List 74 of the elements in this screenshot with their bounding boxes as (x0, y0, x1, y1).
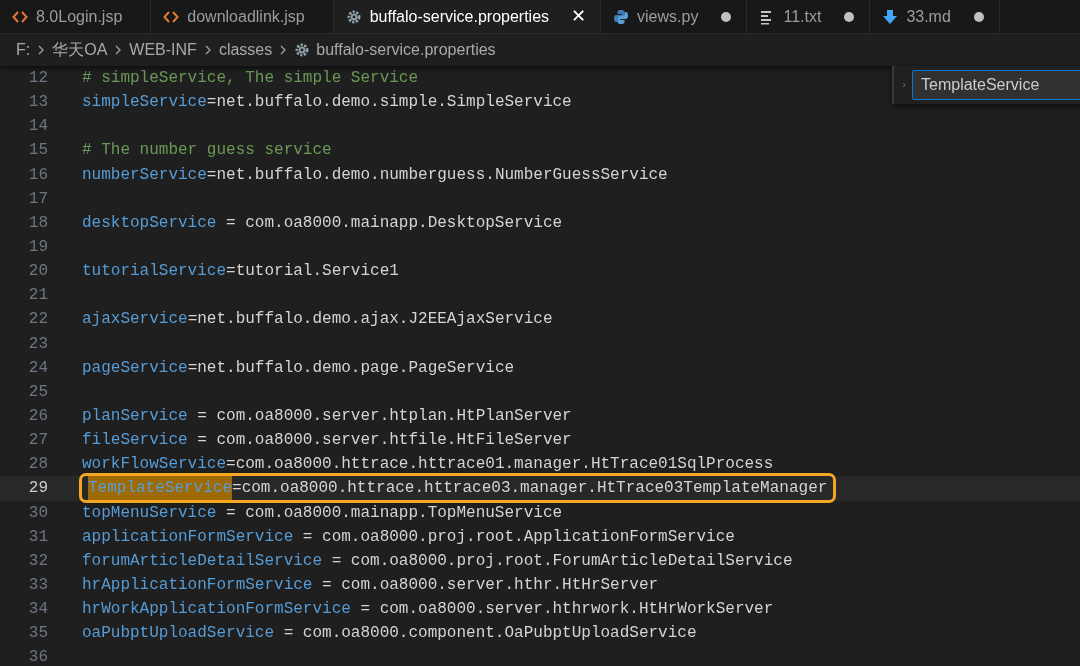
unsaved-dot-icon (972, 10, 985, 23)
find-input[interactable]: TemplateService (912, 70, 1080, 100)
line-number: 18 (27, 212, 48, 234)
property-value: =com.oa8000.httrace.httrace01.manager.HtTrace01SqlProcess (226, 454, 774, 476)
line-number: 22 (27, 309, 48, 331)
editor-tab[interactable]: buffalo-service.properties ✕ (333, 0, 602, 33)
property-key: ajaxService (82, 307, 188, 332)
property-value: = com.oa8000.server.htfile.HtFileServer (196, 430, 572, 452)
line-number: 30 (27, 502, 48, 524)
line-number: 12 (27, 68, 48, 90)
line-number: 21 (27, 285, 48, 307)
property-key: hrApplicationFormService (82, 573, 313, 597)
line-number: 28 (27, 454, 48, 476)
property-value: =net.buffalo.demo.numberguess.NumberGuessService (206, 164, 668, 186)
property-value: = com.oa8000.mainapp.DesktopService (225, 212, 563, 234)
line-number: 24 (27, 357, 48, 379)
property-key: planService (82, 404, 188, 429)
property-key: simpleService (82, 90, 207, 115)
property-key: desktopService (82, 210, 217, 235)
property-value: =net.buffalo.demo.page.PageService (187, 357, 515, 379)
property-value: = com.oa8000.server.htplan.HtPlanServer (196, 406, 572, 428)
breadcrumb-item[interactable]: 华天OA (52, 38, 108, 62)
code-comment: # simpleService, The simple Service (82, 68, 419, 90)
gear-icon (345, 8, 362, 25)
line-number: 13 (27, 92, 48, 114)
line-number: 27 (27, 430, 48, 452)
line-number: 26 (27, 406, 48, 428)
property-value: = com.oa8000.proj.root.ApplicationFormService (301, 526, 735, 548)
line-number: 29 (27, 478, 48, 500)
property-value: =com.oa8000.httrace.httrace03.manager.HtTrace03TemplateManager (232, 478, 828, 500)
gear-icon (294, 42, 311, 58)
line-number: 36 (27, 647, 48, 666)
property-key: hrWorkApplicationFormService (82, 597, 351, 622)
search-match: TemplateService (88, 476, 233, 501)
line-number: 17 (27, 188, 48, 210)
property-value: = com.oa8000.proj.root.ForumArticleDetailService (330, 550, 793, 572)
line-number: 19 (27, 237, 48, 259)
line-number: 16 (27, 164, 48, 186)
line-number: 32 (27, 550, 48, 572)
property-key: workFlowService (82, 452, 227, 477)
property-key: fileService (82, 428, 188, 453)
property-key: tutorialService (82, 259, 227, 284)
unsaved-dot-icon (843, 10, 856, 23)
property-value: =net.buffalo.demo.simple.SimpleService (206, 92, 572, 114)
line-number: 15 (27, 140, 48, 162)
property-value: = com.oa8000.server.hthrwork.HtHrWorkServer (359, 599, 774, 621)
property-value: =tutorial.Service1 (226, 261, 399, 283)
line-number: 35 (27, 623, 48, 645)
breadcrumb-item[interactable]: classes (218, 38, 273, 62)
property-key: numberService (82, 162, 207, 187)
line-number: 34 (27, 599, 48, 621)
line-number: 23 (27, 333, 48, 355)
line-number: 33 (27, 575, 48, 596)
breadcrumb-item[interactable]: F: (16, 38, 31, 62)
property-key: applicationFormService (82, 524, 294, 549)
property-key: forumArticleDetailService (82, 548, 323, 573)
property-value: = com.oa8000.server.hthr.HtHrServer (321, 575, 659, 596)
arrow-down-icon (882, 8, 899, 25)
property-value: =net.buffalo.demo.ajax.J2EEAjaxService (187, 309, 553, 331)
property-value: = com.oa8000.mainapp.TopMenuService (225, 502, 563, 524)
property-value: = com.oa8000.component.OaPubptUploadService (282, 623, 697, 645)
property-key: topMenuService (82, 500, 217, 525)
close-icon[interactable]: ✕ (571, 3, 587, 30)
line-number: 25 (27, 381, 48, 403)
python-icon (613, 8, 630, 25)
breadcrumb-item[interactable]: WEB-INF (129, 38, 197, 62)
line-number: 20 (27, 261, 48, 283)
breadcrumb-item[interactable]: buffalo-service.properties (316, 38, 496, 62)
line-number: 14 (27, 116, 48, 138)
property-key: oaPubptUploadService (82, 621, 275, 646)
line-number: 31 (27, 526, 48, 548)
unsaved-dot-icon (720, 10, 733, 23)
code-comment: # The number guess service (82, 140, 332, 162)
property-key: pageService (82, 355, 188, 380)
